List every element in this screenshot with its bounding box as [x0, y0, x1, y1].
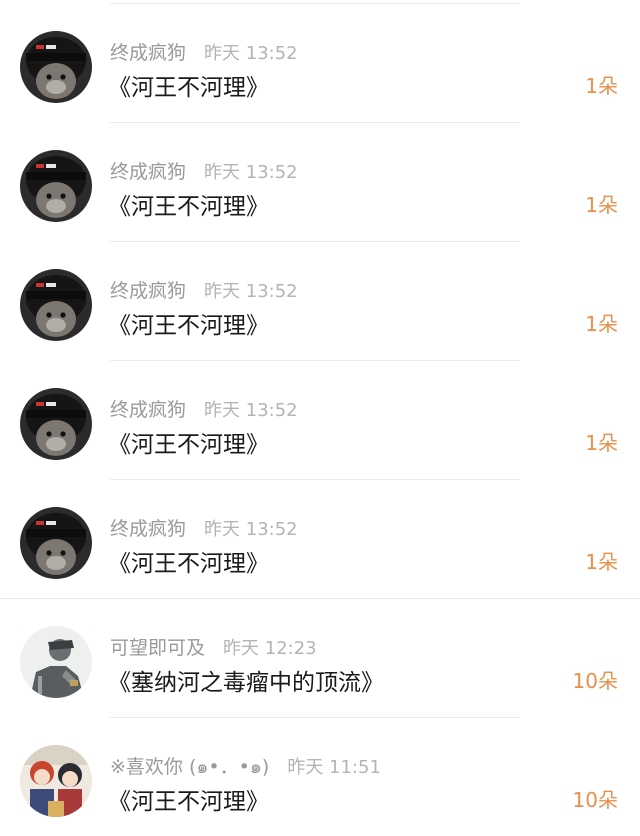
avatar[interactable] — [20, 745, 92, 817]
sender-name[interactable]: 终成疯狗 — [110, 280, 186, 302]
flower-count: 1朵 — [585, 74, 618, 98]
flower-count: 10朵 — [572, 788, 618, 812]
list-item[interactable]: 终成疯狗 昨天 13:52 《河王不河理》 1朵 — [0, 361, 640, 480]
flower-count: 10朵 — [572, 669, 618, 693]
timestamp: 昨天 13:52 — [204, 281, 298, 302]
list-item[interactable]: 终成疯狗 昨天 13:52 《河王不河理》 1朵 — [0, 242, 640, 361]
sender-name[interactable]: 终成疯狗 — [110, 399, 186, 421]
flower-count: 1朵 — [585, 312, 618, 336]
book-title[interactable]: 《河王不河理》 — [108, 68, 269, 102]
timestamp: 昨天 13:52 — [204, 400, 298, 421]
book-title[interactable]: 《塞纳河之毒瘤中的顶流》 — [108, 663, 384, 697]
sender-name[interactable]: 可望即可及 — [110, 637, 205, 659]
list-item[interactable]: 可望即可及 昨天 12:23 《塞纳河之毒瘤中的顶流》 10朵 — [0, 599, 640, 718]
list-item[interactable]: 终成疯狗 昨天 13:52 《河王不河理》 1朵 — [0, 123, 640, 242]
record-meta: 终成疯狗 昨天 13:52 — [110, 395, 298, 422]
flower-count: 1朵 — [585, 431, 618, 455]
book-title[interactable]: 《河王不河理》 — [108, 544, 269, 578]
record-meta: 终成疯狗 昨天 13:52 — [110, 276, 298, 303]
timestamp: 昨天 12:23 — [223, 638, 317, 659]
avatar[interactable] — [20, 150, 92, 222]
avatar[interactable] — [20, 388, 92, 460]
avatar[interactable] — [20, 31, 92, 103]
avatar[interactable] — [20, 626, 92, 698]
sender-name[interactable]: 终成疯狗 — [110, 161, 186, 183]
list-item[interactable]: ※喜欢你 (๑•．•๑) 昨天 11:51 《河王不河理》 10朵 — [0, 718, 640, 836]
book-title[interactable]: 《河王不河理》 — [108, 187, 269, 221]
record-meta: 终成疯狗 昨天 13:52 — [110, 514, 298, 541]
flower-count: 1朵 — [585, 550, 618, 574]
book-title[interactable]: 《河王不河理》 — [108, 306, 269, 340]
book-title[interactable]: 《河王不河理》 — [108, 425, 269, 459]
sender-name[interactable]: 终成疯狗 — [110, 518, 186, 540]
list-item[interactable]: 终成疯狗 昨天 13:52 《河王不河理》 1朵 — [0, 480, 640, 599]
record-meta: 可望即可及 昨天 12:23 — [110, 633, 317, 660]
timestamp: 昨天 13:52 — [204, 162, 298, 183]
timestamp: 昨天 13:52 — [204, 43, 298, 64]
book-title[interactable]: 《河王不河理》 — [108, 782, 269, 816]
flower-count: 1朵 — [585, 193, 618, 217]
record-meta: 终成疯狗 昨天 13:52 — [110, 157, 298, 184]
avatar[interactable] — [20, 269, 92, 341]
record-meta: ※喜欢你 (๑•．•๑) 昨天 11:51 — [110, 752, 381, 782]
sender-name[interactable]: 终成疯狗 — [110, 42, 186, 64]
timestamp: 昨天 11:51 — [287, 757, 381, 778]
gift-record-list: 终成疯狗 昨天 13:52 《河王不河理》 1朵 终成疯狗 昨天 13:52 《河王… — [0, 0, 640, 836]
timestamp: 昨天 13:52 — [204, 519, 298, 540]
sender-name[interactable]: ※喜欢你 (๑•．•๑) — [110, 756, 269, 778]
avatar[interactable] — [20, 507, 92, 579]
list-item[interactable]: 终成疯狗 昨天 13:52 《河王不河理》 1朵 — [0, 4, 640, 123]
record-meta: 终成疯狗 昨天 13:52 — [110, 38, 298, 65]
